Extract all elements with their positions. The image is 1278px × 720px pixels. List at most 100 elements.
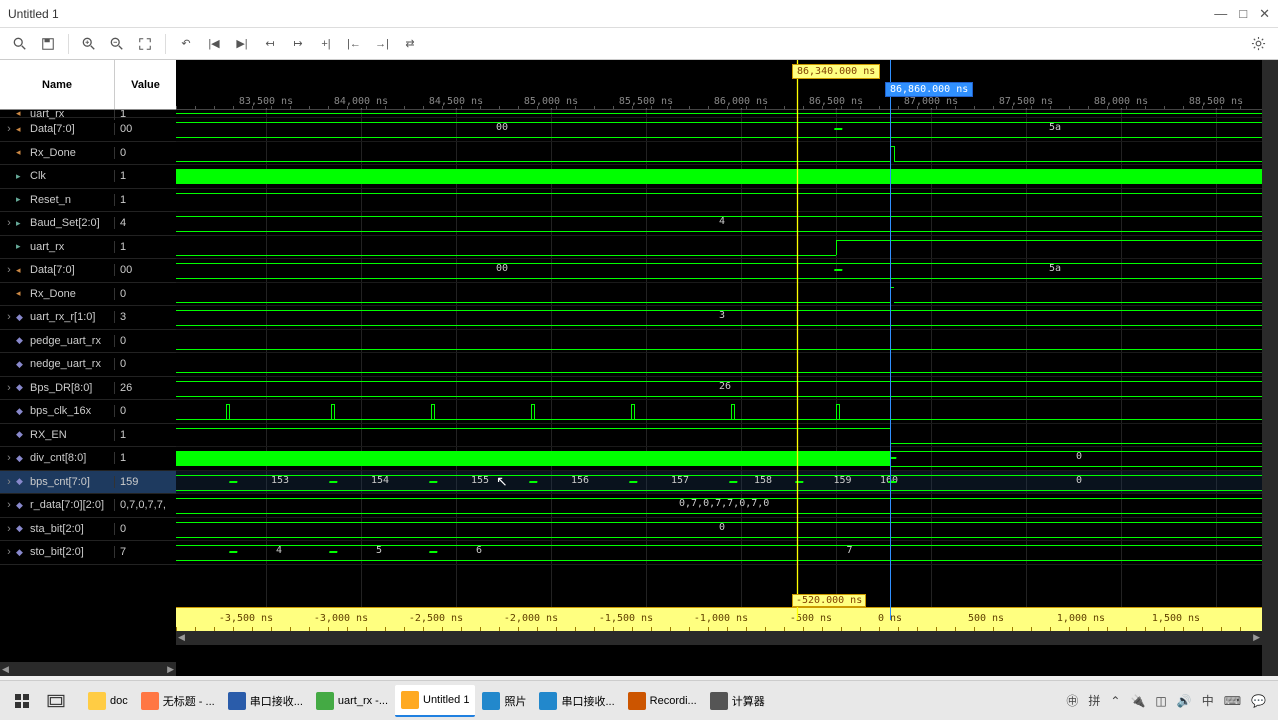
waveform-vscroll[interactable] [1262,60,1278,676]
tray-notification-icon[interactable]: 💬 [1251,694,1266,708]
save-icon[interactable] [36,32,60,56]
expand-icon[interactable]: › [2,217,16,229]
waveform-track[interactable] [176,424,1262,448]
start-button[interactable] [4,685,40,717]
waveform-track[interactable]: 0,7,0,7,7,0,7,0 [176,494,1262,518]
swap-cursors-icon[interactable]: ⇄ [398,32,422,56]
settings-icon[interactable] [1246,32,1270,56]
waveform-track[interactable] [176,353,1262,377]
signal-row[interactable]: ◂Rx_Done0 [0,283,176,307]
scroll-right-icon[interactable]: ▶ [1253,632,1260,643]
value-column-header[interactable]: Value [115,60,176,109]
scroll-right-icon[interactable]: ▶ [167,664,174,675]
signal-row[interactable]: ›◆sto_bit[2:0]7 [0,541,176,565]
scroll-left-icon[interactable]: ◀ [2,664,9,675]
waveform-track[interactable] [176,236,1262,260]
signal-row[interactable]: ›◂Data[7:0]00 [0,118,176,142]
scroll-left-icon[interactable]: ◀ [178,632,185,643]
name-column-header[interactable]: Name [0,60,115,109]
waveform-track[interactable] [176,330,1262,354]
tray-input-icon[interactable]: ⌨ [1224,694,1241,708]
waveform-track[interactable]: 1531541551561571581591600↖ [176,471,1262,495]
signal-row[interactable]: ›◆div_cnt[8:0]1 [0,447,176,471]
signal-row[interactable]: ›▸Baud_Set[2:0]4 [0,212,176,236]
taskbar-item[interactable]: Recordi... [622,685,703,717]
maximize-button[interactable]: □ [1239,6,1247,22]
goto-last-icon[interactable]: ▶| [230,32,254,56]
taskbar-item[interactable]: 照片 [476,685,532,717]
waveform-track[interactable] [176,400,1262,424]
prev-marker-icon[interactable]: |← [342,32,366,56]
tray-power-icon[interactable]: 🔌 [1130,694,1145,708]
taskbar-item[interactable]: doc [82,685,134,717]
waveform-track[interactable] [176,189,1262,213]
signal-row[interactable]: ›◂Data[7:0]00 [0,259,176,283]
zoom-in-icon[interactable] [77,32,101,56]
time-ruler[interactable]: 86,340.000 ns 86,860.000 ns 83,500 ns84,… [176,60,1262,110]
waveform-area[interactable]: 86,340.000 ns 86,860.000 ns 83,500 ns84,… [176,60,1262,676]
waveform-track[interactable]: 4 [176,212,1262,236]
waveform-track[interactable]: 3 [176,306,1262,330]
yellow-cursor-label[interactable]: 86,340.000 ns [792,64,880,79]
tray-network-icon[interactable]: ◫ [1155,694,1166,708]
taskbar-item[interactable]: 无标题 - ... [135,685,221,717]
signal-row[interactable]: ◆pedge_uart_rx0 [0,330,176,354]
expand-icon[interactable]: › [2,499,16,511]
tray-arrow-icon[interactable]: ⌃ [1110,694,1120,708]
waveform-track[interactable]: 0 [176,518,1262,542]
taskview-icon[interactable] [41,685,81,717]
taskbar-item[interactable]: Untitled 1 [395,685,475,717]
taskbar-item[interactable]: uart_rx -... [310,685,394,717]
yellow-cursor-line[interactable] [797,60,798,620]
expand-icon[interactable]: › [2,382,16,394]
expand-icon[interactable]: › [2,264,16,276]
signal-row[interactable]: ◂Rx_Done0 [0,142,176,166]
signal-hscroll[interactable]: ◀ ▶ [0,662,176,676]
close-button[interactable]: ✕ [1259,6,1270,22]
signal-row[interactable]: ◆bps_clk_16x0 [0,400,176,424]
signal-row[interactable]: ›◆uart_rx_r[1:0]3 [0,306,176,330]
waveform-track[interactable]: 005a [176,118,1262,142]
expand-icon[interactable]: › [2,523,16,535]
signal-row[interactable]: ▸uart_rx1 [0,236,176,260]
blue-cursor-line[interactable] [890,60,891,620]
zoom-out-icon[interactable] [105,32,129,56]
signal-row[interactable]: ◂uart_rx1 [0,110,176,118]
expand-icon[interactable]: › [2,123,16,135]
taskbar-item[interactable]: 计算器 [704,685,771,717]
signal-row[interactable]: ◆RX_EN1 [0,424,176,448]
waveform-track[interactable]: 4567 [176,541,1262,565]
goto-first-icon[interactable]: |◀ [202,32,226,56]
prev-transition-icon[interactable]: ↤ [258,32,282,56]
add-marker-icon[interactable]: +| [314,32,338,56]
waveform-track[interactable]: 0 [176,447,1262,471]
tray-volume-icon[interactable]: 🔊 [1177,694,1192,708]
waveform-hscroll[interactable]: ◀ ▶ [176,631,1262,645]
tray-lang-icon[interactable]: 拼 [1088,692,1100,709]
signal-row[interactable]: ›◆sta_bit[2:0]0 [0,518,176,542]
signal-row[interactable]: ▸Clk1 [0,165,176,189]
system-tray[interactable]: ㊥ 拼 ⌃ 🔌 ◫ 🔊 中 ⌨ 💬 [1066,692,1274,709]
expand-icon[interactable]: › [2,452,16,464]
next-transition-icon[interactable]: ↦ [286,32,310,56]
blue-cursor-label[interactable]: 86,860.000 ns [885,82,973,97]
tray-keyboard-icon[interactable]: 中 [1202,692,1214,709]
expand-icon[interactable]: › [2,546,16,558]
expand-icon[interactable]: › [2,311,16,323]
signal-row[interactable]: ›◆bps_cnt[7:0]159 [0,471,176,495]
taskbar-item[interactable]: 串口接收... [222,685,309,717]
next-marker-icon[interactable]: →| [370,32,394,56]
waveform-track[interactable] [176,142,1262,166]
signal-row[interactable]: ›◆Bps_DR[8:0]26 [0,377,176,401]
waveform-track[interactable]: 005a [176,259,1262,283]
expand-icon[interactable]: › [2,476,16,488]
signal-row[interactable]: ›◆r_data[7:0][2:0]0,7,0,7,7, [0,494,176,518]
waveform-body[interactable]: 005a4005a32601531541551561571581591600↖0… [176,110,1262,607]
signal-row[interactable]: ▸Reset_n1 [0,189,176,213]
waveform-track[interactable]: 26 [176,377,1262,401]
waveform-track[interactable] [176,110,1262,118]
waveform-track[interactable] [176,165,1262,189]
taskbar-item[interactable]: 串口接收... [533,685,620,717]
tray-ime-icon[interactable]: ㊥ [1066,692,1078,709]
zoom-fit-icon[interactable] [133,32,157,56]
